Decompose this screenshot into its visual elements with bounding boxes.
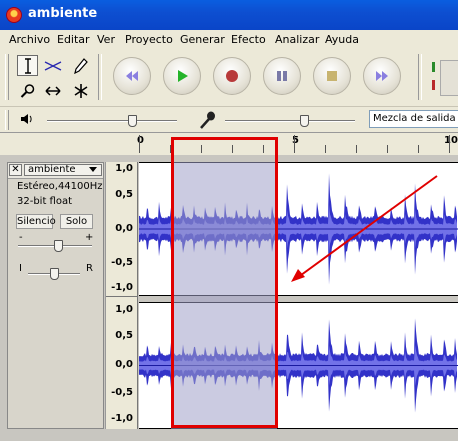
scale-label: 1,0	[115, 163, 133, 174]
chevron-down-icon	[89, 167, 97, 172]
selection-tool-button[interactable]	[17, 55, 38, 76]
level-meter-icon	[432, 80, 435, 90]
pause-icon	[277, 71, 287, 81]
scale-label: 1,0	[115, 304, 133, 315]
skip-to-start-icon	[126, 71, 138, 81]
menu-archivo[interactable]: Archivo	[9, 33, 50, 46]
ruler-tick	[449, 135, 450, 153]
pause-button[interactable]	[263, 57, 301, 95]
amplitude-scale: 1,0 0,5 0,0 -0,5 -1,0 1,0 0,5 0,0 -0,5 -…	[105, 162, 138, 429]
track-format: Estéreo,44100Hz	[17, 181, 103, 192]
scale-label: -0,5	[111, 387, 133, 398]
pencil-icon	[73, 57, 88, 74]
toolbar-grip[interactable]	[5, 110, 9, 130]
scale-label: -1,0	[111, 282, 133, 293]
ruler-tick	[418, 145, 419, 153]
gain-slider[interactable]	[18, 240, 92, 252]
close-icon: ✕	[11, 164, 20, 175]
menu-analizar[interactable]: Analizar	[275, 33, 319, 46]
close-track-button[interactable]: ✕	[9, 164, 22, 176]
slider-track	[225, 120, 355, 122]
input-volume-slider[interactable]	[225, 115, 355, 127]
toolbar-grip[interactable]	[5, 54, 9, 100]
draw-tool-button[interactable]	[70, 55, 91, 76]
menu-bar: Archivo Editar Ver Proyecto Generar Efec…	[0, 30, 458, 51]
channel-divider	[106, 296, 137, 297]
pan-right-label: R	[86, 263, 93, 274]
skip-to-start-button[interactable]	[113, 57, 151, 95]
i-beam-icon	[24, 57, 31, 74]
track-control-panel: ✕ ambiente Estéreo,44100Hz 32-bit float …	[7, 162, 104, 429]
window-title: ambiente	[28, 6, 98, 21]
pan-slider[interactable]	[28, 268, 80, 280]
ruler-tick	[356, 145, 357, 153]
play-button[interactable]	[163, 57, 201, 95]
skip-to-end-icon	[376, 71, 388, 81]
gain-slider-thumb[interactable]	[54, 240, 63, 252]
microphone-icon	[199, 110, 217, 133]
output-volume-thumb[interactable]	[128, 115, 137, 127]
mute-button[interactable]: Silencio	[16, 214, 56, 229]
ruler-tick	[139, 135, 140, 153]
speaker-icon	[20, 113, 34, 128]
play-icon	[178, 70, 188, 82]
output-volume-slider[interactable]	[47, 115, 177, 127]
menu-editar[interactable]: Editar	[57, 33, 90, 46]
asterisk-icon	[74, 83, 87, 98]
menu-proyecto[interactable]: Proyecto	[125, 33, 173, 46]
track-bit-depth: 32-bit float	[17, 196, 73, 207]
ruler-label-10: 10	[444, 135, 458, 146]
input-source-select[interactable]: Mezcla de salida de	[369, 110, 458, 128]
record-icon	[226, 70, 238, 82]
audacity-icon	[6, 7, 22, 23]
slider-track	[47, 120, 177, 122]
menu-generar[interactable]: Generar	[180, 33, 225, 46]
menu-ayuda[interactable]: Ayuda	[325, 33, 359, 46]
envelope-icon	[44, 60, 61, 71]
pan-left-label: I	[19, 263, 22, 274]
stop-icon	[327, 71, 337, 81]
skip-to-end-button[interactable]	[363, 57, 401, 95]
ruler-tick	[325, 145, 326, 153]
level-meter-icon	[432, 62, 435, 72]
pan-slider-thumb[interactable]	[50, 268, 59, 280]
meter-toolbar[interactable]	[430, 56, 458, 100]
zoom-tool-button[interactable]	[17, 80, 38, 101]
menu-ver[interactable]: Ver	[97, 33, 115, 46]
scale-label: -0,5	[111, 257, 133, 268]
scale-label: 0,0	[115, 359, 133, 370]
menu-efecto[interactable]: Efecto	[231, 33, 266, 46]
solo-button[interactable]: Solo	[60, 214, 93, 229]
timeshift-tool-button[interactable]	[42, 80, 63, 101]
input-volume-thumb[interactable]	[300, 115, 309, 127]
annotation-highlight-box	[171, 137, 278, 428]
toolbar-separator	[418, 54, 422, 100]
toolbar-separator	[98, 54, 102, 100]
level-meter	[440, 60, 458, 96]
double-arrow-icon	[44, 85, 61, 96]
multi-tool-button[interactable]	[70, 80, 91, 101]
scale-label: 0,5	[115, 330, 133, 341]
track-name: ambiente	[28, 164, 76, 175]
ruler-tick	[294, 135, 295, 153]
magnifier-icon	[20, 83, 34, 98]
annotation-arrow	[291, 175, 438, 282]
stop-button[interactable]	[313, 57, 351, 95]
track-header: ✕ ambiente	[8, 163, 103, 179]
title-bar: ambiente	[0, 0, 458, 30]
scale-label: -1,0	[111, 413, 133, 424]
record-button[interactable]	[213, 57, 251, 95]
envelope-tool-button[interactable]	[42, 55, 63, 76]
track-name-menu[interactable]: ambiente	[24, 164, 102, 176]
toolbar	[0, 50, 458, 106]
scale-label: 0,5	[115, 189, 133, 200]
ruler-tick	[387, 145, 388, 153]
scale-label: 0,0	[115, 223, 133, 234]
